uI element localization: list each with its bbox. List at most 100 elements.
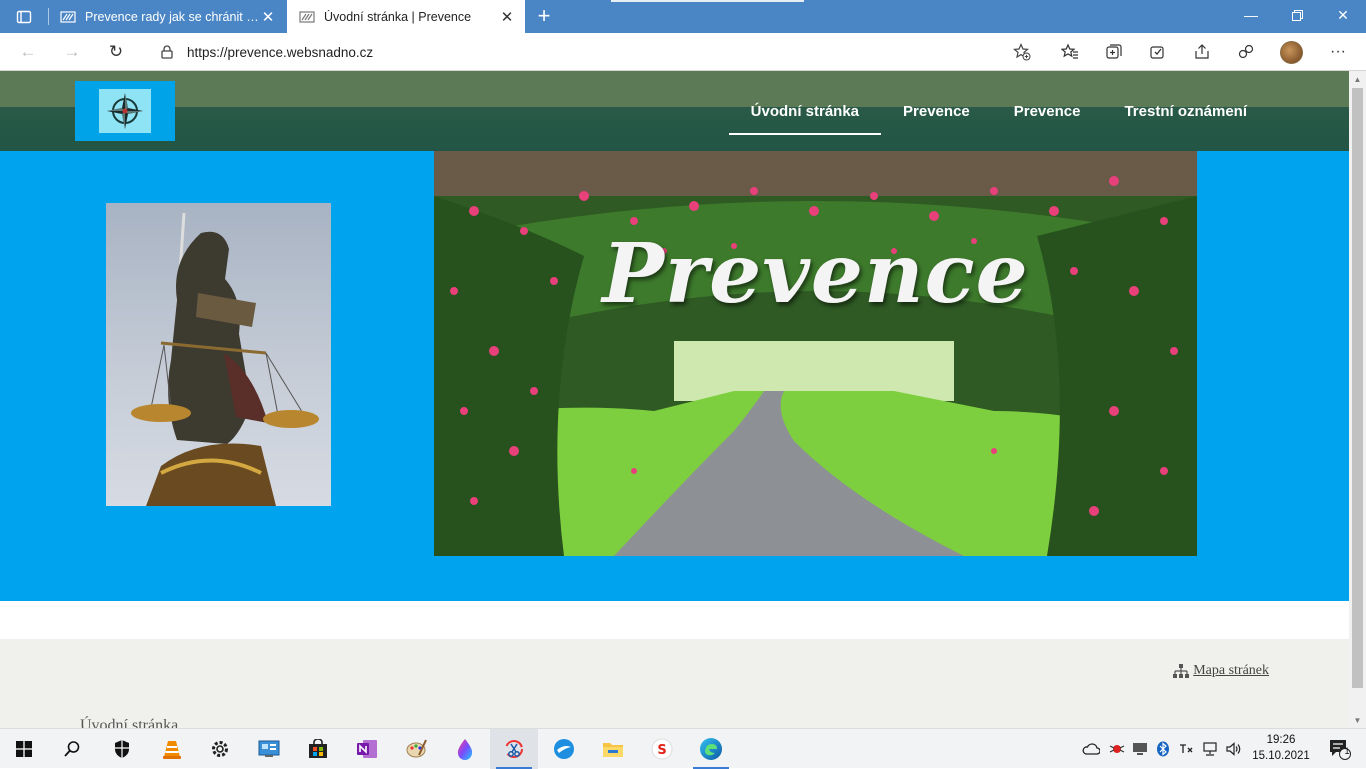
extension-icon	[1150, 46, 1164, 59]
rose-garden-image: Prevence	[434, 151, 1197, 556]
taskbar-file-explorer[interactable]	[589, 729, 637, 769]
main-menu: Úvodní stránka Prevence Prevence Trestní…	[728, 71, 1269, 151]
tab-close-icon[interactable]: ✕	[260, 9, 276, 26]
feedback-button[interactable]	[1232, 38, 1260, 66]
breadcrumb[interactable]: Úvodní stránka	[80, 717, 178, 728]
profile-avatar[interactable]	[1280, 41, 1303, 64]
page-viewport: Úvodní stránka Prevence Prevence Trestní…	[0, 71, 1349, 728]
onenote-icon	[357, 740, 377, 758]
svg-text:S: S	[657, 743, 666, 758]
taskbar-swift[interactable]	[540, 729, 588, 769]
site-favicon-icon	[299, 9, 315, 25]
back-button[interactable]: ←	[12, 36, 44, 68]
address-bar[interactable]: https://prevence.websnadno.cz	[145, 37, 1042, 67]
refresh-button[interactable]: ↻	[100, 36, 132, 68]
paint-icon	[406, 739, 427, 758]
feedback-icon	[1238, 44, 1254, 59]
menu-item-prevence-2[interactable]: Prevence	[992, 71, 1103, 151]
search-icon	[64, 741, 80, 757]
menu-item-prevence[interactable]: Prevence	[881, 71, 992, 151]
extension-button[interactable]	[1144, 38, 1172, 66]
compass-logo-icon	[99, 89, 151, 133]
notification-count: 1	[1344, 746, 1350, 756]
swift-icon	[554, 739, 574, 759]
share-icon	[1195, 44, 1209, 59]
paint3d-icon	[457, 739, 473, 760]
taskbar-edge[interactable]	[687, 729, 735, 769]
network-icon[interactable]	[1198, 729, 1222, 769]
menu-item-uvodni-stranka[interactable]: Úvodní stránka	[728, 71, 882, 151]
url-text[interactable]: https://prevence.websnadno.cz	[187, 45, 1008, 60]
edge-icon	[700, 738, 722, 760]
settings-icon	[212, 741, 228, 757]
browser-tab-strip: Prevence rady jak se chránit | Mo ✕ Úvod…	[0, 0, 1366, 33]
sitemap-label[interactable]: Mapa stránek	[1193, 663, 1269, 679]
site-logo[interactable]	[75, 81, 175, 141]
taskbar-s-app[interactable]: S	[638, 729, 686, 769]
taskbar-paint3d[interactable]	[441, 729, 489, 769]
taskbar-snipping-tool[interactable]	[490, 729, 538, 769]
restore-icon	[1291, 9, 1303, 21]
page-scrollbar[interactable]: ▲ ▼	[1349, 71, 1366, 728]
tab-uvodni-stranka[interactable]: Úvodní stránka | Prevence ✕	[287, 0, 525, 33]
collections-icon	[1106, 44, 1122, 59]
taskbar-clock[interactable]: 19:26 15.10.2021	[1248, 732, 1314, 764]
collections-button[interactable]	[1100, 38, 1128, 66]
input-method-icon[interactable]	[1174, 729, 1198, 769]
minimize-button[interactable]: —	[1228, 0, 1274, 30]
content-spacer	[0, 601, 1349, 639]
control-panel-icon	[258, 740, 280, 757]
add-favorite-icon[interactable]	[1008, 38, 1036, 66]
security-icon	[115, 740, 129, 758]
site-header: Úvodní stránka Prevence Prevence Trestní…	[0, 71, 1349, 151]
display-tray-icon[interactable]	[1128, 729, 1152, 769]
sitemap-link[interactable]: Mapa stránek	[1172, 663, 1269, 679]
onedrive-icon[interactable]	[1078, 729, 1104, 769]
lock-icon[interactable]	[159, 44, 175, 60]
taskbar-control-panel[interactable]	[245, 729, 293, 769]
close-window-button[interactable]: ✕	[1320, 0, 1366, 30]
s-app-icon: S	[651, 738, 673, 760]
strip-highlight	[611, 0, 804, 2]
scroll-down-icon[interactable]: ▼	[1349, 712, 1366, 728]
taskbar-settings[interactable]	[196, 729, 244, 769]
favorites-button[interactable]	[1056, 38, 1084, 66]
scroll-up-icon[interactable]: ▲	[1349, 71, 1366, 87]
taskbar-search-button[interactable]	[48, 729, 96, 769]
menu-item-trestni-oznameni[interactable]: Trestní oznámení	[1102, 71, 1269, 151]
tab-prevence-rady[interactable]: Prevence rady jak se chránit | Mo ✕	[48, 0, 286, 33]
windows-taskbar: S 19:26 15.10.2021 1	[0, 728, 1366, 769]
taskbar-store[interactable]	[294, 729, 342, 769]
start-icon	[16, 741, 32, 757]
refresh-icon: ↻	[108, 42, 124, 61]
clock-date: 15.10.2021	[1252, 750, 1310, 762]
action-center-button[interactable]: 1	[1320, 729, 1360, 769]
settings-menu-button[interactable]: ···	[1324, 38, 1352, 66]
minimize-icon: —	[1244, 7, 1258, 23]
tab-actions-button[interactable]	[0, 0, 48, 33]
taskbar-vlc[interactable]	[148, 729, 196, 769]
tab-close-icon[interactable]: ✕	[499, 9, 515, 26]
browser-toolbar: ← → ↻ https://prevence.websnadno.cz ···	[0, 33, 1366, 71]
new-tab-button[interactable]: +	[532, 3, 556, 28]
close-icon: ✕	[1337, 6, 1349, 23]
taskbar-onenote[interactable]	[343, 729, 391, 769]
plus-icon: +	[537, 3, 551, 28]
share-button[interactable]	[1188, 38, 1216, 66]
hero-title: Prevence	[602, 226, 1029, 322]
start-button[interactable]	[0, 729, 48, 769]
file-explorer-icon	[603, 743, 623, 757]
sitemap-icon	[1173, 664, 1190, 678]
taskbar-paint[interactable]	[392, 729, 440, 769]
tab-actions-icon	[16, 10, 32, 23]
scrollbar-thumb[interactable]	[1352, 88, 1363, 688]
justitia-statue-image	[106, 203, 331, 506]
site-favicon-icon	[60, 9, 76, 25]
volume-icon[interactable]	[1222, 729, 1246, 769]
taskbar-security[interactable]	[98, 729, 146, 769]
restore-button[interactable]	[1274, 0, 1320, 30]
antivirus-tray-icon[interactable]	[1104, 729, 1130, 769]
bluetooth-icon[interactable]	[1152, 729, 1174, 769]
forward-button[interactable]: →	[56, 36, 88, 68]
more-icon: ···	[1330, 43, 1346, 60]
